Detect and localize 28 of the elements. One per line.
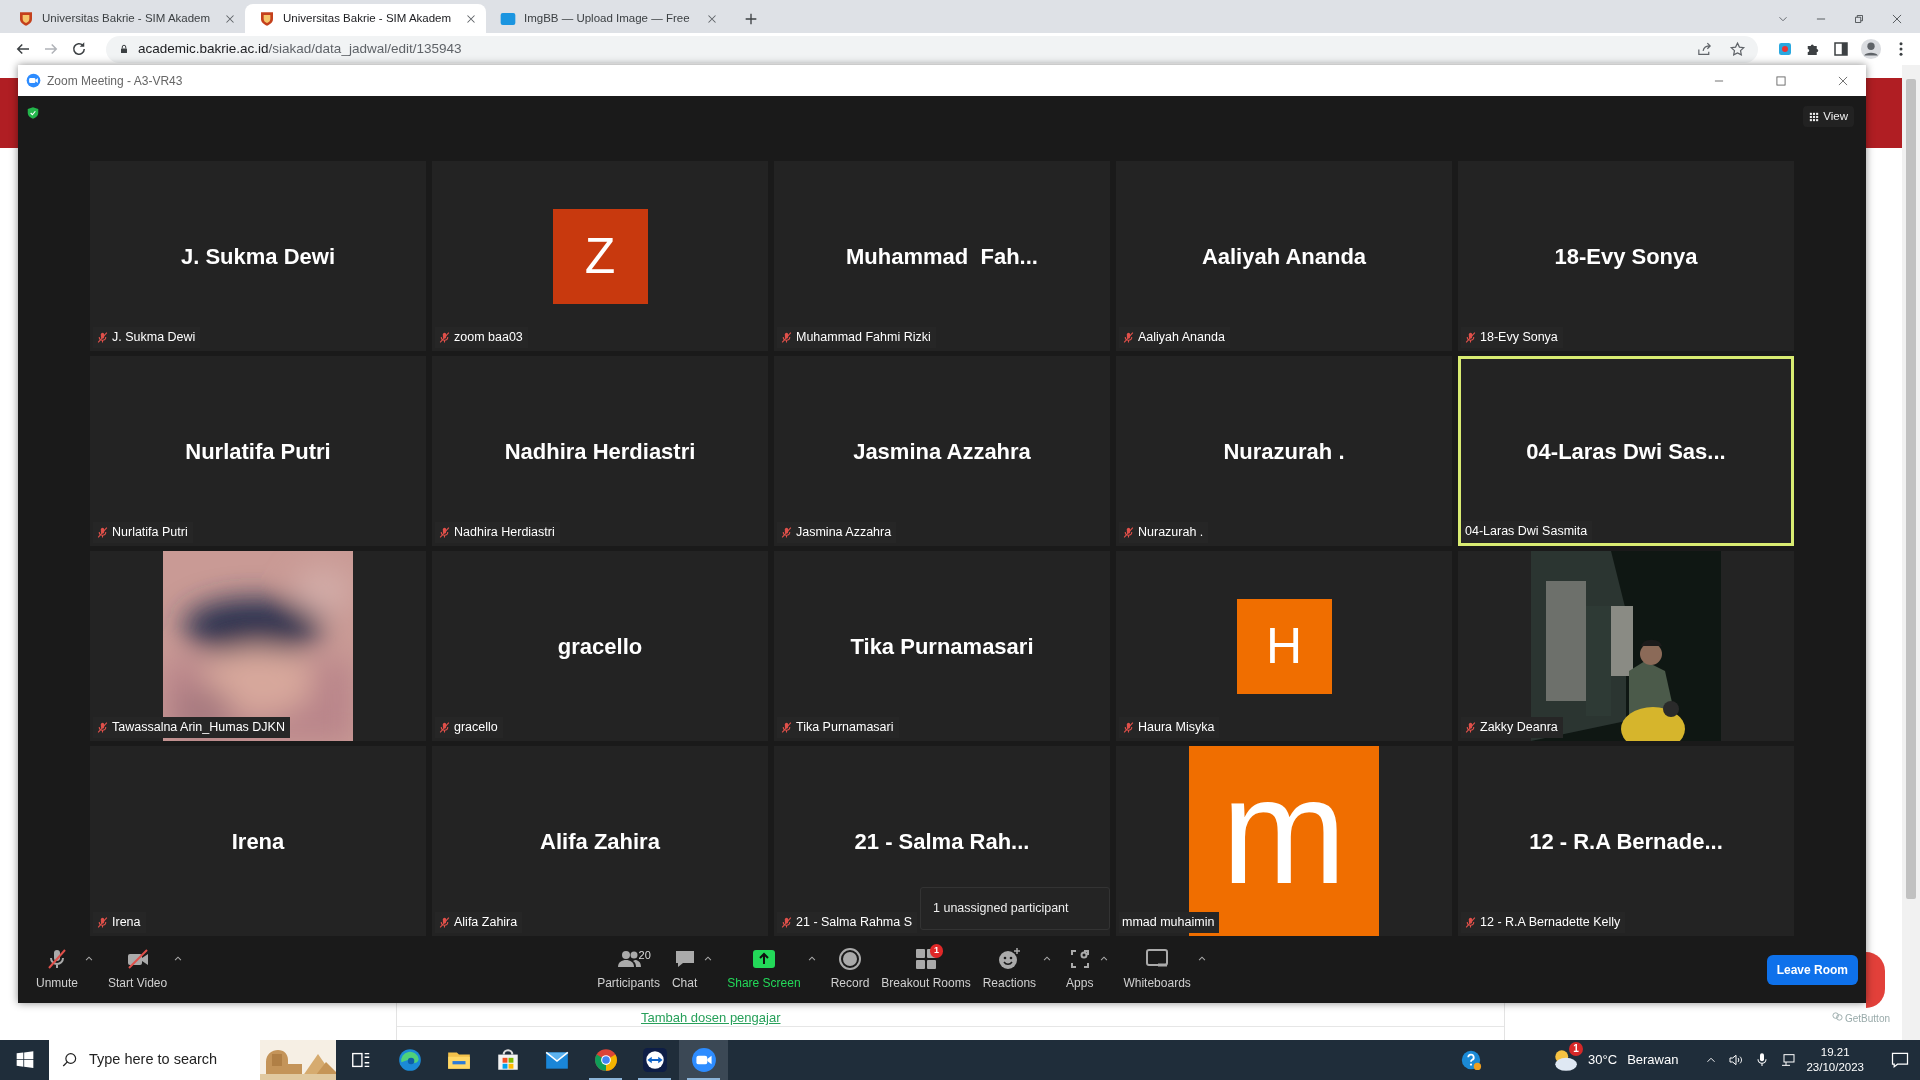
notification-badge: 1 — [1569, 1042, 1584, 1056]
participant-name: Tika Purnamasari — [850, 632, 1034, 661]
participant-name: Aaliyah Ananda — [1201, 242, 1367, 271]
name-label: mmad muhaimin — [1119, 912, 1220, 933]
participant-name: 21 - Salma Rah... — [854, 827, 1030, 856]
avatar: Z — [552, 208, 648, 304]
tooltip: 1 unassigned participant — [920, 887, 1110, 930]
participant-name: Nurlatifa Putri — [185, 437, 331, 466]
notification-badge: 1 — [930, 944, 944, 958]
participant-name: Irena — [231, 827, 285, 856]
temperature: 30°C — [1588, 1051, 1618, 1070]
participant-name: Alifa Zahira — [540, 827, 660, 856]
search-placeholder: Type here to search — [89, 1050, 218, 1070]
participant-name: Nadhira Herdiastri — [504, 437, 696, 466]
participant-name: 04-Laras Dwi Sas... — [1526, 437, 1726, 466]
participant-name: Jasmina Azzahra — [853, 437, 1031, 466]
avatar: H — [1236, 598, 1332, 694]
participant-name: Muhammad Fah... — [846, 242, 1038, 271]
participant-name: Nurazurah . — [1223, 437, 1345, 466]
url-text: academic.bakrie.ac.id/siakad/data_jadwal/edit/135943 — [138, 39, 462, 58]
participant-name: gracello — [557, 632, 643, 661]
weather-condition: Berawan — [1627, 1051, 1679, 1070]
participant-name: 12 - R.A Bernade... — [1529, 827, 1723, 856]
window-title: Zoom Meeting - A3-VR43 — [47, 72, 183, 90]
participant-count: 20 — [638, 948, 651, 963]
widget-credit: GetButton — [1844, 1012, 1890, 1026]
participant-name: J. Sukma Dewi — [180, 242, 336, 271]
participant-name: 18-Evy Sonya — [1554, 242, 1698, 271]
